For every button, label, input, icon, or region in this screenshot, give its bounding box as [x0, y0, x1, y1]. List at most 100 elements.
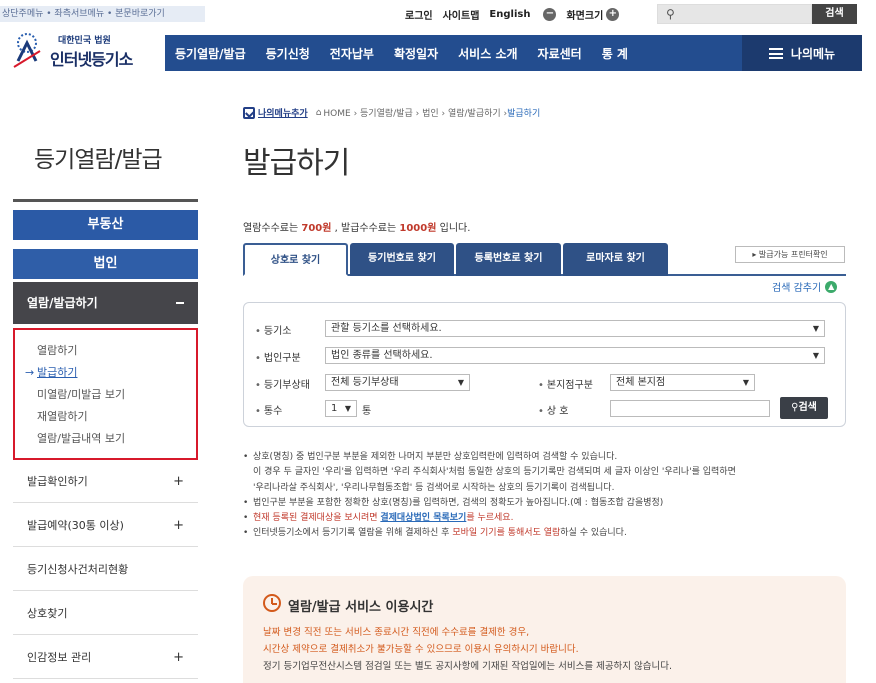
breadcrumb-path[interactable]: HOME › 등기열람/발급 › 법인 › 열람/발급하기 › [323, 106, 507, 119]
zoom-in-icon[interactable]: + [606, 7, 620, 21]
side-nav-reserve[interactable]: 발급예약(30통 이상) + [13, 504, 198, 547]
breadcrumb: 나의메뉴추가 ⌂ HOME › 등기열람/발급 › 법인 › 열람/발급하기 ›… [243, 106, 540, 119]
my-menu-button[interactable]: 나의메뉴 [742, 35, 862, 71]
submenu-unviewed[interactable]: 미열람/미발급 보기 [37, 384, 196, 406]
tab-corp-number[interactable]: 등록번호로 찾기 [456, 243, 561, 276]
corp-type-select[interactable]: 법인 종류를 선택하세요. ▼ [325, 347, 825, 364]
service-line: 날짜 변경 직전 또는 서비스 종료시간 직전에 수수료를 결제한 경우, [263, 627, 530, 638]
gnb-item-stats[interactable]: 통 계 [592, 45, 638, 62]
logo-subtitle: 대한민국 법원 [58, 36, 111, 46]
page-title: 발급하기 [243, 146, 350, 181]
breadcrumb-current: 발급하기 [507, 109, 541, 119]
home-icon: ⌂ [315, 107, 322, 118]
note-text: 를 누르세요. [466, 513, 514, 524]
tab-reg-number[interactable]: 등기번호로 찾기 [350, 243, 454, 276]
hide-search-toggle[interactable]: 검색 감추기 ▲ [772, 279, 838, 294]
submenu-view[interactable]: 열람하기 [37, 340, 196, 362]
plus-icon: + [173, 650, 184, 665]
note-item: '우리나라살 주식회사', '우리나무협동조합' 등 검색어로 시작하는 상호의… [253, 482, 615, 493]
status-select[interactable]: 전체 등기부상태 ▼ [325, 374, 470, 391]
zoom-out-icon[interactable]: − [543, 7, 557, 21]
caret-down-icon: ▼ [812, 324, 819, 333]
side-nav-reserve-label: 발급예약(30통 이상) [27, 519, 124, 532]
service-line: 시간상 제약으로 결제취소가 불가능할 수 있으므로 이용시 유의하시기 바랍니… [263, 644, 579, 655]
side-nav-case-status[interactable]: 등기신청사건처리현황 [13, 548, 198, 591]
caret-down-icon: ▼ [457, 378, 464, 387]
side-nav-seal-info[interactable]: 인감정보 관리 + [13, 636, 198, 679]
skip-links[interactable]: 상단주메뉴 • 좌측서브메뉴 • 본문바로가기 [0, 6, 205, 22]
note-text: 하실 수 있습니다. [560, 528, 627, 539]
submenu-issue[interactable]: 발급하기 [25, 362, 196, 384]
gnb-item-fixed-date[interactable]: 확정일자 [384, 45, 448, 62]
side-title: 등기열람/발급 [34, 147, 163, 173]
fee-notice: 열람수수료는 700원 , 발급수수료는 1000원 입니다. [243, 219, 470, 234]
count-select-value: 1 [331, 403, 338, 414]
note-item: 현재 등록된 결제대상을 보시려면 결제대상법인 목록보기를 누르세요. [243, 511, 863, 527]
side-nav-divider [13, 199, 198, 202]
office-label: 등기소 [255, 322, 292, 337]
office-select[interactable]: 관할 등기소를 선택하세요. ▼ [325, 320, 825, 337]
issue-fee: 1000원 [399, 223, 437, 234]
name-label: 상 호 [538, 402, 569, 417]
tab-roman[interactable]: 로마자로 찾기 [563, 243, 668, 276]
note-text: 모바일 기기를 통해서도 열람 [452, 528, 561, 539]
branch-select[interactable]: 전체 본지점 ▼ [610, 374, 755, 391]
submenu-history[interactable]: 열람/발급내역 보기 [37, 428, 196, 450]
office-select-value: 관할 등기소를 선택하세요. [331, 323, 442, 334]
search-notes: 상호(명칭) 중 법인구분 부분을 제외한 나머지 부분만 상호입력란에 입력하… [243, 450, 863, 542]
note-item: 인터넷등기소에서 등기기록 열람을 위해 결제하신 후 모바일 기기를 통해서도… [243, 526, 863, 542]
plus-icon: + [173, 518, 184, 533]
note-item: 이 경우 두 글자인 '우리'를 입력하면 '우리 주식회사'처럼 동일한 상호… [253, 467, 736, 478]
gnb-item-payment[interactable]: 전자납부 [320, 45, 384, 62]
tab-name-search[interactable]: 상호로 찾기 [243, 243, 348, 276]
status-select-value: 전체 등기부상태 [331, 377, 399, 388]
caret-down-icon: ▼ [812, 351, 819, 360]
zoom-label: 화면크기 [566, 10, 604, 22]
side-nav-realty[interactable]: 부동산 [13, 210, 198, 240]
note-text: 인터넷등기소에서 등기기록 열람을 위해 결제하신 후 [253, 528, 453, 539]
search-icon: ⚲ [666, 7, 675, 21]
site-logo[interactable]: 대한민국 법원 인터넷등기소 [6, 27, 161, 72]
hamburger-icon [768, 47, 783, 59]
corp-type-label: 법인구분 [255, 349, 301, 364]
service-hours-title: 열람/발급 서비스 이용시간 [288, 600, 434, 615]
gnb-item-service-intro[interactable]: 서비스 소개 [448, 45, 527, 62]
service-line: 정기 등기업무전산시스템 점검일 또는 별도 공지사항에 기재된 작업일에는 서… [263, 661, 673, 672]
count-select[interactable]: 1 ▼ [325, 400, 357, 417]
logo-title: 인터넷등기소 [50, 50, 133, 69]
side-nav-seal-info-label: 인감정보 관리 [27, 651, 92, 664]
add-my-menu-link[interactable]: 나의메뉴추가 [258, 106, 308, 119]
note-item: 상호(명칭) 중 법인구분 부분을 제외한 나머지 부분만 상호입력란에 입력하… [243, 450, 863, 466]
hide-search-label: 검색 감추기 [772, 283, 822, 294]
gnb-item-view-issue[interactable]: 등기열람/발급 [165, 45, 256, 62]
view-fee: 700원 [301, 223, 332, 234]
count-label: 통수 [255, 402, 282, 417]
court-emblem-icon [13, 33, 41, 68]
english-link[interactable]: English [489, 9, 530, 20]
search-input[interactable]: ⚲ [657, 4, 812, 24]
side-nav-submenu: 열람하기 발급하기 미열람/미발급 보기 재열람하기 열람/발급내역 보기 [13, 328, 198, 460]
payment-target-list-link[interactable]: 결제대상법인 목록보기 [380, 513, 466, 523]
util-links: 로그인 사이트맵 English − 화면크기 + [405, 4, 629, 24]
side-nav-name-search[interactable]: 상호찾기 [13, 592, 198, 635]
name-input[interactable] [610, 400, 770, 417]
status-label: 등기부상태 [255, 376, 310, 391]
login-link[interactable]: 로그인 [405, 7, 433, 22]
side-nav-issue-confirm[interactable]: 발급확인하기 + [13, 460, 198, 503]
note-text: 현재 등록된 결제대상을 보시려면 [253, 513, 381, 524]
branch-label: 본지점구분 [538, 376, 593, 391]
printer-check-button[interactable]: ▸ 발급가능 프린터확인 [735, 246, 845, 263]
search-button[interactable]: 검색 [812, 4, 857, 24]
fee-text: 열람수수료는 [243, 223, 302, 234]
search-submit-button[interactable]: ⚲검색 [780, 397, 828, 419]
search-submit-label: 검색 [798, 402, 817, 413]
gnb-item-apply[interactable]: 등기신청 [256, 45, 320, 62]
my-menu-label: 나의메뉴 [790, 46, 836, 61]
side-nav-name-search-label: 상호찾기 [27, 607, 68, 620]
submenu-review[interactable]: 재열람하기 [37, 406, 196, 428]
gnb-item-resources[interactable]: 자료센터 [528, 45, 592, 62]
branch-select-value: 전체 본지점 [616, 377, 666, 388]
sitemap-link[interactable]: 사이트맵 [443, 7, 480, 22]
side-nav-view-issue[interactable]: 열람/발급하기 [13, 282, 198, 324]
side-nav-corp[interactable]: 법인 [13, 249, 198, 279]
